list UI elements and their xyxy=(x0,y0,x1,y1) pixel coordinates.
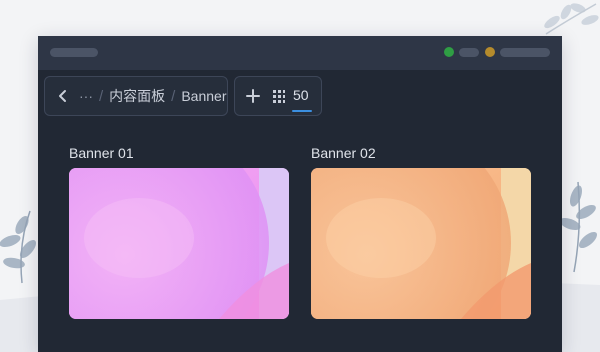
page-size-underline xyxy=(292,110,312,112)
breadcrumb: ··· / 内容面板 / Banner xyxy=(44,76,228,116)
back-chevron-icon[interactable] xyxy=(57,89,69,103)
breadcrumb-separator: / xyxy=(171,87,176,105)
toolbar-actions: 50 xyxy=(234,76,322,116)
page-size-selector[interactable]: 50 xyxy=(292,87,312,112)
leaf-decoration-icon xyxy=(0,210,37,284)
status-indicator-amber xyxy=(485,47,495,57)
banner-image[interactable] xyxy=(69,168,289,319)
breadcrumb-section[interactable]: 内容面板 xyxy=(109,86,165,106)
window-title-placeholder xyxy=(50,48,98,57)
window-control[interactable] xyxy=(459,48,479,57)
banner-gradient-artwork xyxy=(69,168,289,319)
title-bar xyxy=(38,36,562,70)
page-size-value: 50 xyxy=(293,87,309,103)
leaf-decoration-icon xyxy=(544,3,599,35)
status-indicator-green xyxy=(444,47,454,57)
app-window: ··· / 内容面板 / Banner 50 Banner 01 Banner … xyxy=(38,36,562,352)
breadcrumb-current: Banner xyxy=(181,88,227,104)
banner-title: Banner 02 xyxy=(311,145,376,161)
window-control[interactable] xyxy=(500,48,550,57)
banner-title: Banner 01 xyxy=(69,145,134,161)
grid-icon[interactable] xyxy=(273,89,285,103)
leaf-decoration-icon xyxy=(559,181,598,273)
breadcrumb-separator: / xyxy=(99,87,104,105)
banner-gradient-artwork xyxy=(311,168,531,319)
add-icon[interactable] xyxy=(245,88,261,104)
banner-image[interactable] xyxy=(311,168,531,319)
breadcrumb-ellipsis[interactable]: ··· xyxy=(79,88,93,104)
